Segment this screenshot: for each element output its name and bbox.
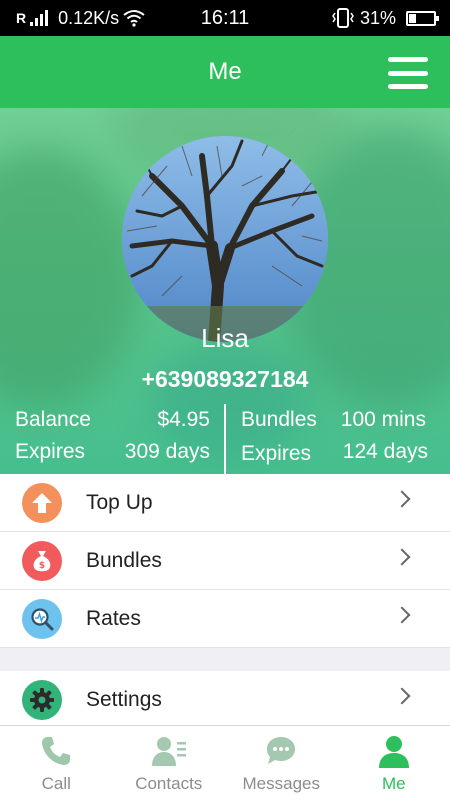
chevron-right-icon [393,687,411,705]
menu-item-top-up[interactable]: Top Up [0,474,450,532]
tab-label: Messages [242,774,320,793]
gear-icon [22,680,62,720]
arrow-up-icon [22,482,62,523]
menu-bar [388,84,428,89]
tab-label: Call [41,774,71,793]
bundles-label: Bundles [241,408,317,431]
balance-value: $4.95 [157,408,210,431]
tab-label: Contacts [135,774,203,793]
profile-banner: Lisa +639089327184 Balance $4.95 Expires… [0,108,450,474]
menu-item-label: Top Up [86,490,153,514]
chevron-right-icon [393,606,411,624]
balance-expires-label: Expires [15,440,86,463]
vibrate-icon [332,8,354,28]
menu-item-label: Rates [86,606,141,630]
balance-label: Balance [15,408,91,431]
stats-divider [224,404,226,474]
menu-item-settings[interactable]: Settings [0,671,450,729]
profile-name: Lisa [201,323,249,353]
battery-icon [406,10,439,26]
tab-label: Me [381,774,406,793]
hamburger-menu-button[interactable] [388,57,428,89]
menu-item-label: Settings [86,688,162,711]
menu-item-rates[interactable]: Rates [0,590,450,648]
status-bar: R 0.12K/s 16:11 31% [0,0,450,36]
tab-call[interactable]: Call [0,726,113,800]
money-bag-icon: $ [22,540,62,581]
menu-item-bundles[interactable]: $ Bundles [0,532,450,590]
status-right: 31% [332,7,439,29]
balance-expires-value: 309 days [124,440,210,463]
menu-item-label: Bundles [86,548,162,572]
section-gap [0,648,450,671]
magnifier-icon [22,598,62,639]
app-header: Me [0,36,450,108]
tree-photo [122,136,328,342]
menu-bar [388,70,428,76]
chevron-right-icon [393,490,411,508]
contacts-icon [151,737,186,766]
tab-messages[interactable]: Messages [225,726,338,800]
menu-bar [388,57,428,62]
bottom-tab-bar: Call Contacts Messages Me [0,725,450,800]
bundles-expires-label: Expires [241,442,312,465]
bundles-expires-value: 124 days [342,440,428,463]
battery-percent: 31% [359,7,396,28]
tab-me[interactable]: Me [338,726,450,800]
chat-icon [267,737,296,764]
bundles-value: 100 mins [340,408,426,431]
phone-icon [42,737,71,765]
profile-phone: +639089327184 [141,366,309,392]
menu-list: Top Up $ Bundles Rates Settings [0,474,450,729]
person-icon [378,736,409,768]
chevron-right-icon [393,548,411,566]
tab-contacts[interactable]: Contacts [113,726,226,800]
svg-text:$: $ [39,561,45,571]
avatar[interactable] [122,136,328,342]
page-title: Me [208,58,242,85]
